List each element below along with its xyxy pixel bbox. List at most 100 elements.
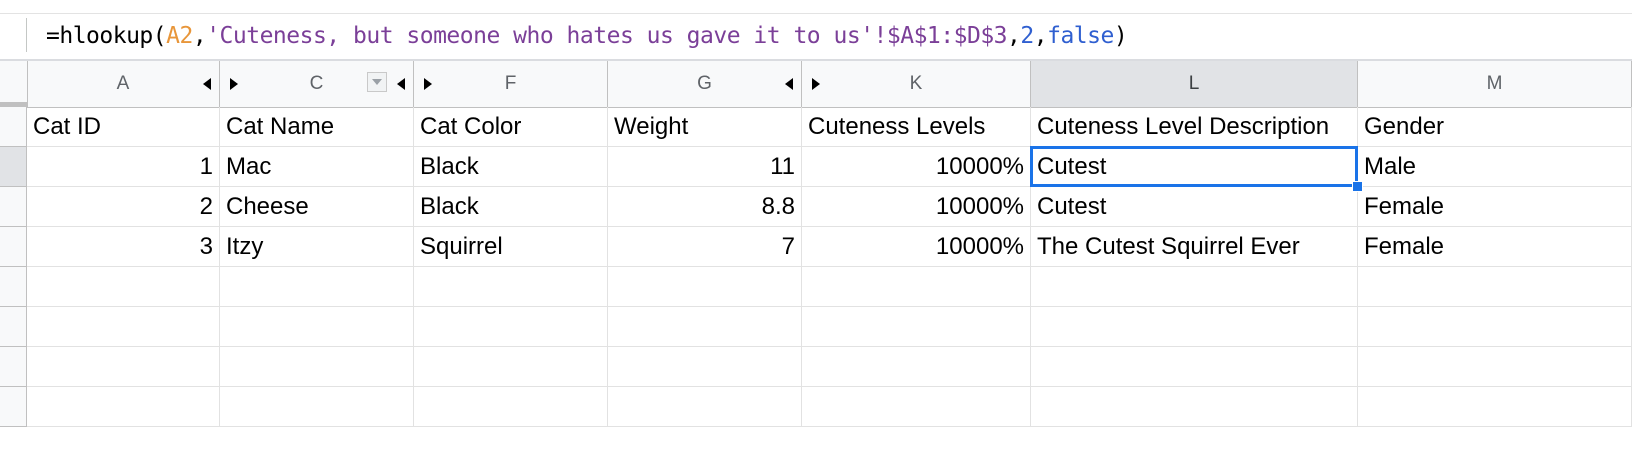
column-letter: L <box>1188 73 1200 94</box>
formula-input[interactable]: =hlookup(A2,'Cuteness, but someone who h… <box>46 20 1128 52</box>
cell[interactable]: Female <box>1358 227 1632 267</box>
header-cell[interactable]: Cat Color <box>414 107 608 147</box>
cell[interactable] <box>220 267 414 307</box>
column-header-k[interactable]: K <box>802 61 1031 107</box>
cell[interactable]: 10000% <box>802 187 1031 227</box>
column-header-l[interactable]: L <box>1031 61 1358 107</box>
unhide-columns-arrow-icon[interactable] <box>230 78 238 90</box>
cell[interactable]: Male <box>1358 147 1632 187</box>
cell[interactable]: Black <box>414 147 608 187</box>
column-header-row: ACFGKLM <box>0 61 1632 108</box>
header-cell[interactable]: Cuteness Levels <box>802 107 1031 147</box>
header-cell[interactable]: Gender <box>1358 107 1632 147</box>
row-header[interactable] <box>0 307 27 347</box>
cell[interactable]: Cutest <box>1031 147 1358 187</box>
header-cell[interactable]: Cuteness Level Description <box>1031 107 1358 147</box>
table-row <box>0 307 1632 347</box>
cell[interactable] <box>802 387 1031 427</box>
cell[interactable] <box>1031 267 1358 307</box>
cell[interactable]: 10000% <box>802 227 1031 267</box>
cell[interactable] <box>414 307 608 347</box>
row-header[interactable] <box>0 267 27 307</box>
cell[interactable]: 11 <box>608 147 802 187</box>
row-header[interactable] <box>0 107 27 147</box>
cell[interactable]: 2 <box>27 187 220 227</box>
column-letter: G <box>697 73 712 94</box>
cell[interactable] <box>802 347 1031 387</box>
column-header-c[interactable]: C <box>220 61 414 107</box>
cell[interactable]: The Cutest Squirrel Ever <box>1031 227 1358 267</box>
formula-token-plain: =hlookup( <box>46 23 167 49</box>
cell[interactable]: Squirrel <box>414 227 608 267</box>
cell[interactable] <box>608 387 802 427</box>
cell[interactable] <box>220 347 414 387</box>
header-cell[interactable]: Cat ID <box>27 107 220 147</box>
formula-token-str: 'Cuteness, but someone who hates us gave… <box>206 23 1008 49</box>
row-header[interactable] <box>0 227 27 267</box>
header-cell[interactable]: Weight <box>608 107 802 147</box>
cell[interactable] <box>1031 347 1358 387</box>
cell[interactable]: Cutest <box>1031 187 1358 227</box>
select-all-corner[interactable] <box>0 61 28 107</box>
cell[interactable] <box>608 347 802 387</box>
fill-handle[interactable] <box>1352 181 1363 192</box>
formula-token-ref: A2 <box>166 23 193 49</box>
cell[interactable] <box>1358 307 1632 347</box>
formula-bar: =hlookup(A2,'Cuteness, but someone who h… <box>0 0 1632 62</box>
cell[interactable] <box>220 387 414 427</box>
row-header[interactable] <box>0 347 27 387</box>
table-row: 3 Itzy Squirrel 7 10000% The Cutest Squirrel … <box>0 227 1632 267</box>
cell[interactable]: 8.8 <box>608 187 802 227</box>
cell[interactable] <box>27 387 220 427</box>
cell[interactable]: Black <box>414 187 608 227</box>
cell[interactable] <box>802 307 1031 347</box>
column-header-f[interactable]: F <box>414 61 608 107</box>
column-header-m[interactable]: M <box>1358 61 1632 107</box>
row-header[interactable] <box>0 387 27 427</box>
cell[interactable] <box>414 267 608 307</box>
cell[interactable] <box>1031 307 1358 347</box>
cell[interactable] <box>414 347 608 387</box>
cell[interactable] <box>608 267 802 307</box>
column-header-g[interactable]: G <box>608 61 802 107</box>
table-header-row: Cat ID Cat Name Cat Color Weight Cuteness Le… <box>0 107 1632 147</box>
cell[interactable] <box>802 267 1031 307</box>
unhide-columns-arrow-icon[interactable] <box>424 78 432 90</box>
cell[interactable] <box>27 347 220 387</box>
unhide-columns-arrow-icon[interactable] <box>203 78 211 90</box>
cell[interactable]: Itzy <box>220 227 414 267</box>
column-letter: C <box>309 73 324 94</box>
cell[interactable] <box>1358 387 1632 427</box>
cell[interactable]: 1 <box>27 147 220 187</box>
toolbar-divider <box>0 13 1632 14</box>
cell[interactable] <box>608 307 802 347</box>
column-letter: F <box>504 73 517 94</box>
cell[interactable] <box>1031 387 1358 427</box>
unhide-columns-arrow-icon[interactable] <box>397 78 405 90</box>
cell[interactable]: 3 <box>27 227 220 267</box>
cell[interactable] <box>1358 267 1632 307</box>
formula-token-plain: , <box>1007 23 1021 49</box>
filter-dropdown-icon[interactable] <box>367 72 387 92</box>
cell[interactable] <box>1358 347 1632 387</box>
cell[interactable]: 7 <box>608 227 802 267</box>
spreadsheet-grid: ACFGKLM Cat ID Cat Name Cat Color Weight Cut… <box>0 61 1632 472</box>
column-header-a[interactable]: A <box>27 61 220 107</box>
unhide-columns-arrow-icon[interactable] <box>812 78 820 90</box>
unhide-columns-arrow-icon[interactable] <box>785 78 793 90</box>
cell[interactable] <box>27 307 220 347</box>
formula-token-plain: ) <box>1113 23 1128 49</box>
cell[interactable] <box>414 387 608 427</box>
table-row <box>0 267 1632 307</box>
cell[interactable]: Mac <box>220 147 414 187</box>
row-header[interactable] <box>0 147 27 187</box>
table-row <box>0 347 1632 387</box>
cell[interactable]: Cheese <box>220 187 414 227</box>
row-header[interactable] <box>0 187 27 227</box>
cell[interactable]: Female <box>1358 187 1632 227</box>
fx-divider <box>26 18 27 52</box>
cell[interactable]: 10000% <box>802 147 1031 187</box>
cell[interactable] <box>27 267 220 307</box>
cell[interactable] <box>220 307 414 347</box>
header-cell[interactable]: Cat Name <box>220 107 414 147</box>
